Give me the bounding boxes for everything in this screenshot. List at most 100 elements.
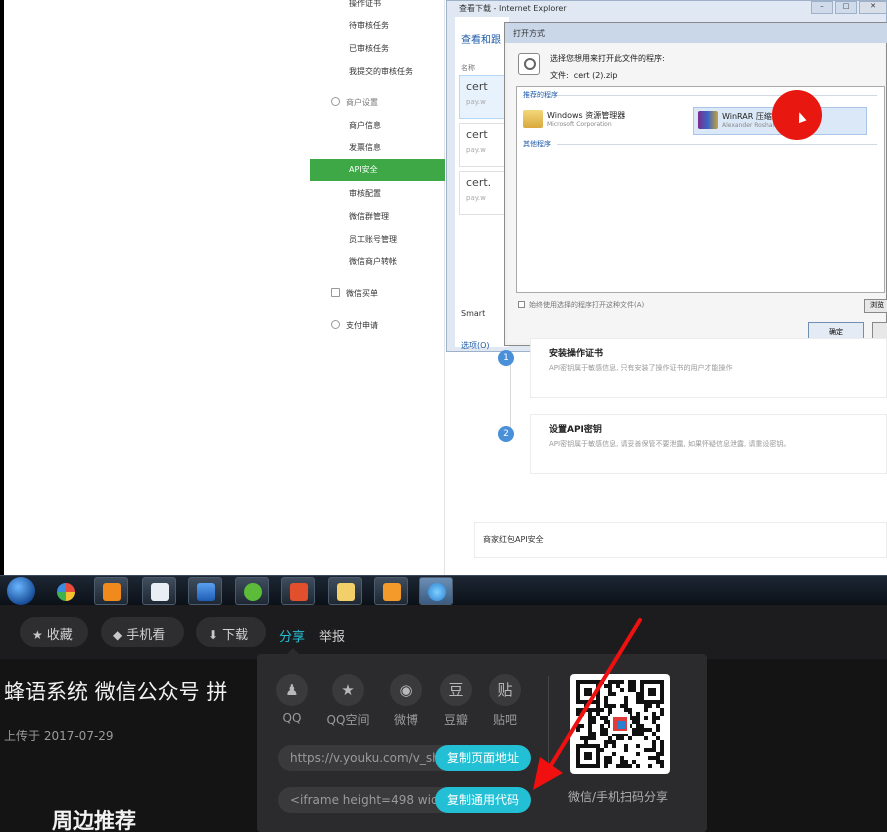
mail-icon (374, 577, 408, 605)
menu-item: 微信商户转帐 (349, 257, 397, 266)
menu-item: 员工账号管理 (349, 235, 397, 244)
checkbox-box (518, 301, 525, 308)
download-source: pay.w (466, 194, 486, 202)
step-card: 安装操作证书 API密钥属于敏感信息, 只有安装了操作证书的用户才能操作 (530, 338, 887, 398)
report-button[interactable]: 举报 (319, 626, 345, 645)
diamond-icon: ◆ (113, 628, 123, 642)
browse-button: 浏览 (864, 299, 887, 313)
menu-item-active: API安全 (310, 159, 445, 181)
video-title: 蜂语系统 微信公众号 拼 (4, 680, 228, 704)
ie-window-title: 查看下载 - Internet Explorer (459, 4, 567, 13)
open-with-dialog: 打开方式 选择您想用来打开此文件的程序: 文件: cert (2).zip 推荐… (504, 22, 887, 346)
mobile-watch-button[interactable]: ◆ 手机看 (101, 617, 184, 647)
download-button[interactable]: ⬇ 下载 (196, 617, 266, 647)
program-name: Windows 资源管理器 (547, 111, 626, 120)
download-source: pay.w (466, 98, 486, 106)
program-corp: Alexander Roshal (722, 122, 775, 129)
favorite-button[interactable]: ★ 收藏 (20, 617, 88, 647)
dialog-body: 选择您想用来打开此文件的程序: 文件: cert (2).zip 推荐的程序 W… (508, 43, 887, 343)
qr-caption: 微信/手机扫码分享 (568, 790, 669, 804)
divider (557, 95, 877, 96)
folder-icon (523, 110, 543, 128)
ie-column-label: 名称 (461, 64, 475, 72)
share-popup: ♟ QQ ★ QQ空间 ◉ 微博 豆 豆瓣 贴 贴吧 复制页面地址 复制通用代码 (257, 648, 707, 832)
step-number: 1 (498, 350, 514, 366)
tieba-icon: 贴 (489, 674, 521, 706)
store-icon (94, 577, 128, 605)
menu-heading-apply: 支付申请 (331, 320, 378, 331)
qq-icon: ♟ (276, 674, 308, 706)
ie-glyph (428, 583, 446, 601)
copy-page-url-button[interactable]: 复制页面地址 (435, 745, 531, 771)
step-number: 2 (498, 426, 514, 442)
maximize-icon: □ (835, 1, 857, 14)
page-url-row: 复制页面地址 (278, 745, 531, 771)
menu-heading-pay: 微信买单 (331, 288, 378, 299)
menu-heading-label: 微信买单 (346, 289, 378, 298)
group-other: 其他程序 (523, 140, 551, 148)
step-desc: API密钥属于敏感信息, 请妥善保管不要泄露, 如果怀疑信息泄露, 请重设密钥。 (549, 440, 791, 448)
share-button[interactable]: 分享 (279, 626, 305, 645)
share-qzone[interactable]: ★ QQ空间 (321, 674, 375, 728)
slides-icon (281, 577, 315, 605)
file-name: cert (2).zip (573, 71, 618, 80)
download-name: cert. (466, 176, 492, 189)
share-qq[interactable]: ♟ QQ (265, 674, 319, 725)
dialog-title: 打开方式 (513, 29, 545, 38)
embed-code-input[interactable] (278, 787, 438, 813)
settings-icon (331, 97, 340, 106)
mobile-label: 手机看 (126, 628, 166, 643)
close-icon: ✕ (859, 1, 887, 14)
dialog-titlebar: 打开方式 (505, 23, 887, 43)
pinwheel-glyph (57, 583, 75, 601)
menu-item: 操作证书 (349, 0, 381, 8)
menu-item: 微信群管理 (349, 212, 389, 221)
download-icon: ⬇ (208, 628, 219, 642)
mail-glyph (383, 583, 401, 601)
download-row: cert pay.w (459, 75, 509, 119)
green-app-icon (235, 577, 269, 605)
copy-embed-button[interactable]: 复制通用代码 (435, 787, 531, 813)
share-douban[interactable]: 豆 豆瓣 (429, 674, 483, 728)
share-weibo[interactable]: ◉ 微博 (379, 674, 433, 728)
always-use-checkbox: 始终使用选择的程序打开这种文件(A) (518, 300, 644, 310)
share-label: 豆瓣 (443, 713, 468, 727)
step-connector (510, 362, 511, 430)
step-card: 设置API密钥 API密钥属于敏感信息, 请妥善保管不要泄露, 如果怀疑信息泄露… (530, 414, 887, 474)
menu-heading-account: 商户设置 (331, 97, 378, 108)
step-title: 安装操作证书 (549, 349, 604, 359)
divider (557, 144, 877, 145)
download-label: 下载 (222, 628, 249, 643)
winrar-icon (698, 111, 718, 129)
page-root: 操作证书 待审核任务 已审核任务 我提交的审核任务 商户设置 商户信息 发票信息… (0, 0, 887, 832)
upload-date: 上传于 2017-07-29 (4, 729, 114, 743)
menu-heading-label: 商户设置 (346, 98, 378, 107)
program-item: Windows 资源管理器 Microsoft Corporation (519, 107, 679, 135)
favorite-label: 收藏 (46, 628, 73, 643)
page-url-input[interactable] (278, 745, 438, 771)
group-recommended: 推荐的程序 (523, 91, 558, 99)
store-glyph (103, 583, 121, 601)
embed-code-row: 复制通用代码 (278, 787, 531, 813)
qr-code-image (576, 680, 664, 768)
download-row: cert. pay.w (459, 171, 509, 215)
download-row: cert pay.w (459, 123, 509, 167)
menu-item: 已审核任务 (349, 44, 389, 53)
program-corp: Microsoft Corporation (547, 121, 612, 128)
apply-icon (331, 320, 340, 329)
video-player[interactable]: 操作证书 待审核任务 已审核任务 我提交的审核任务 商户设置 商户信息 发票信息… (0, 0, 887, 605)
qr-code (570, 674, 670, 774)
network-glyph (197, 583, 215, 601)
start-icon (7, 577, 35, 605)
share-label: 贴吧 (492, 713, 517, 727)
weibo-icon: ◉ (390, 674, 422, 706)
download-name: cert (466, 80, 488, 93)
share-tieba[interactable]: 贴 贴吧 (478, 674, 532, 728)
divider (548, 676, 549, 764)
checkbox-label: 始终使用选择的程序打开这种文件(A) (529, 301, 645, 309)
folder-glyph (337, 583, 355, 601)
video-action-bar: ★ 收藏 ◆ 手机看 ⬇ 下载 分享 举报 (0, 605, 887, 659)
search-icon (518, 53, 540, 75)
minimize-icon: – (811, 1, 833, 14)
share-label: 微博 (393, 713, 418, 727)
